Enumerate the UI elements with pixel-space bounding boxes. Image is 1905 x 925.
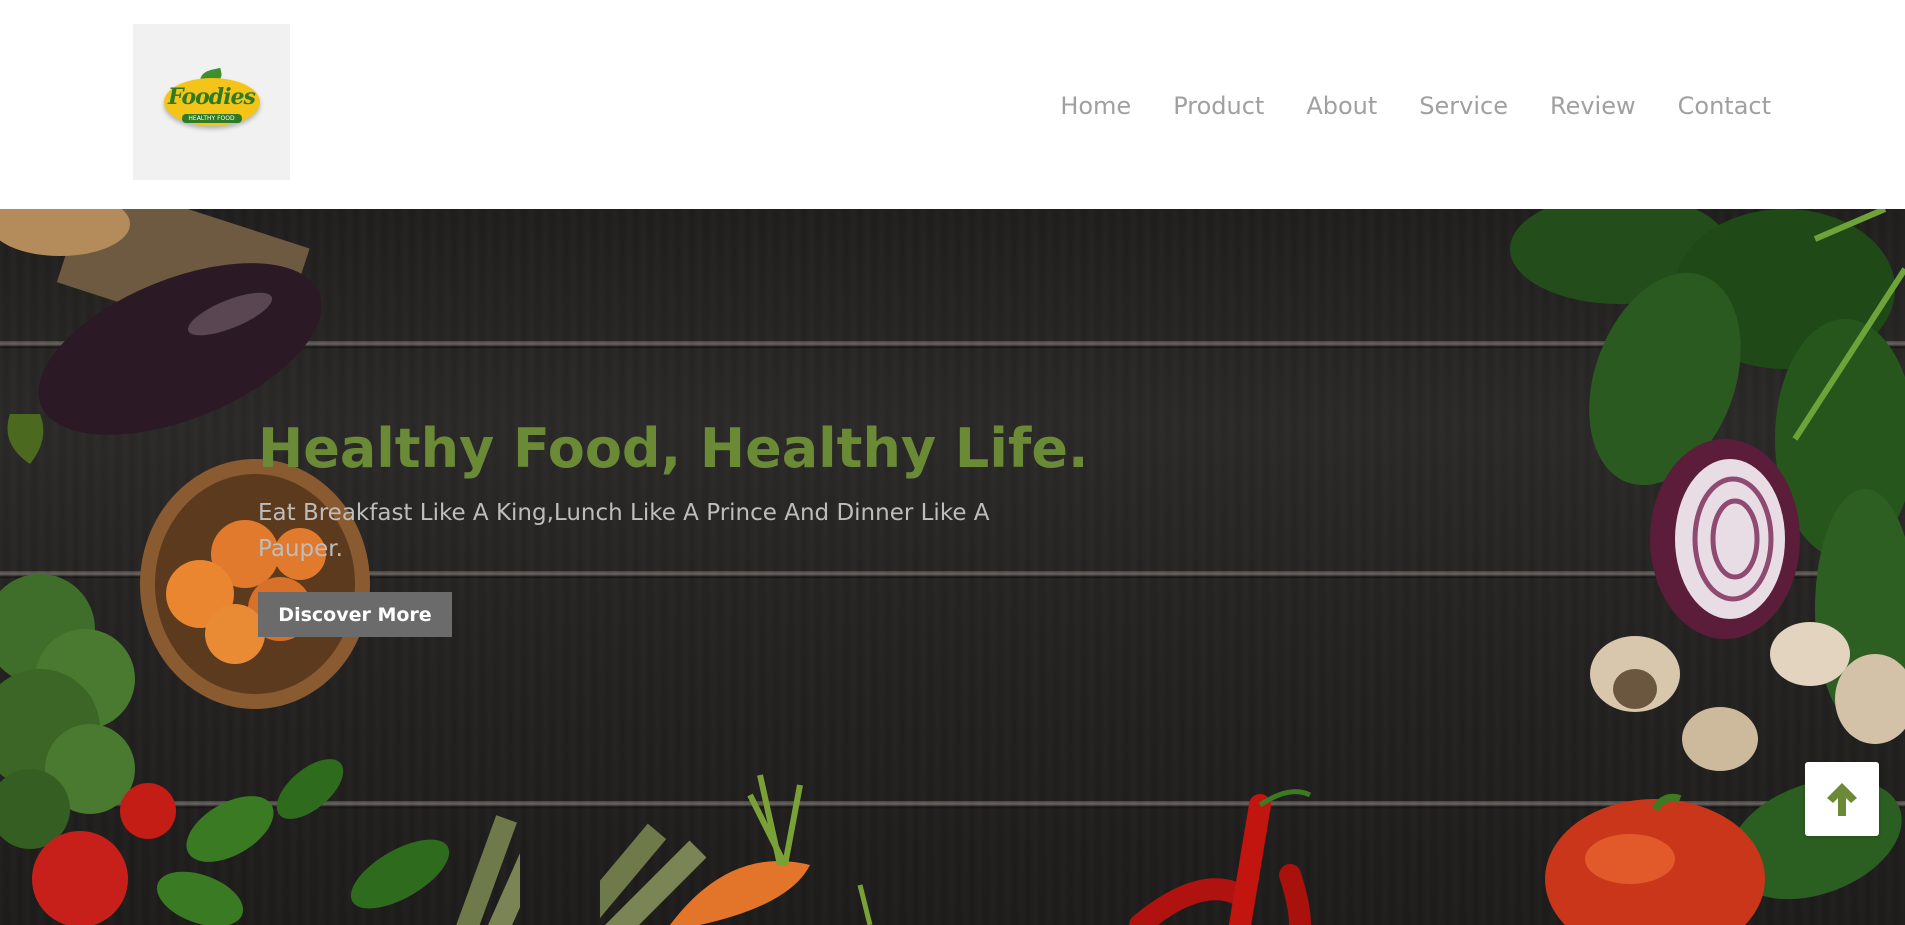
main-nav: Home Product About Service Review Contac… [1060,88,1771,124]
arrow-up-icon [1827,783,1857,816]
site-header: Foodies HEALTHY FOOD Home Product About … [0,0,1905,209]
foodies-logo-icon: Foodies HEALTHY FOOD [163,67,260,134]
logo[interactable]: Foodies HEALTHY FOOD [133,24,290,180]
logo-tagline: HEALTHY FOOD [181,114,242,123]
nav-contact[interactable]: Contact [1678,88,1771,124]
scroll-to-top-button[interactable] [1805,762,1879,836]
nav-product[interactable]: Product [1173,88,1264,124]
hero-section: Healthy Food, Healthy Life. Eat Breakfas… [0,209,1905,925]
vegetables-bottom-illustration [600,774,1312,925]
nav-about[interactable]: About [1306,88,1377,124]
hero-subtitle: Eat Breakfast Like A King,Lunch Like A P… [258,500,990,562]
discover-more-button[interactable]: Discover More [258,592,452,637]
vegetables-left-illustration [0,209,520,925]
nav-review[interactable]: Review [1550,88,1636,124]
nav-service[interactable]: Service [1419,88,1508,124]
logo-wordmark: Foodies [168,84,256,110]
hero-title: Healthy Food, Healthy Life. [258,417,1089,480]
nav-home[interactable]: Home [1060,88,1131,124]
